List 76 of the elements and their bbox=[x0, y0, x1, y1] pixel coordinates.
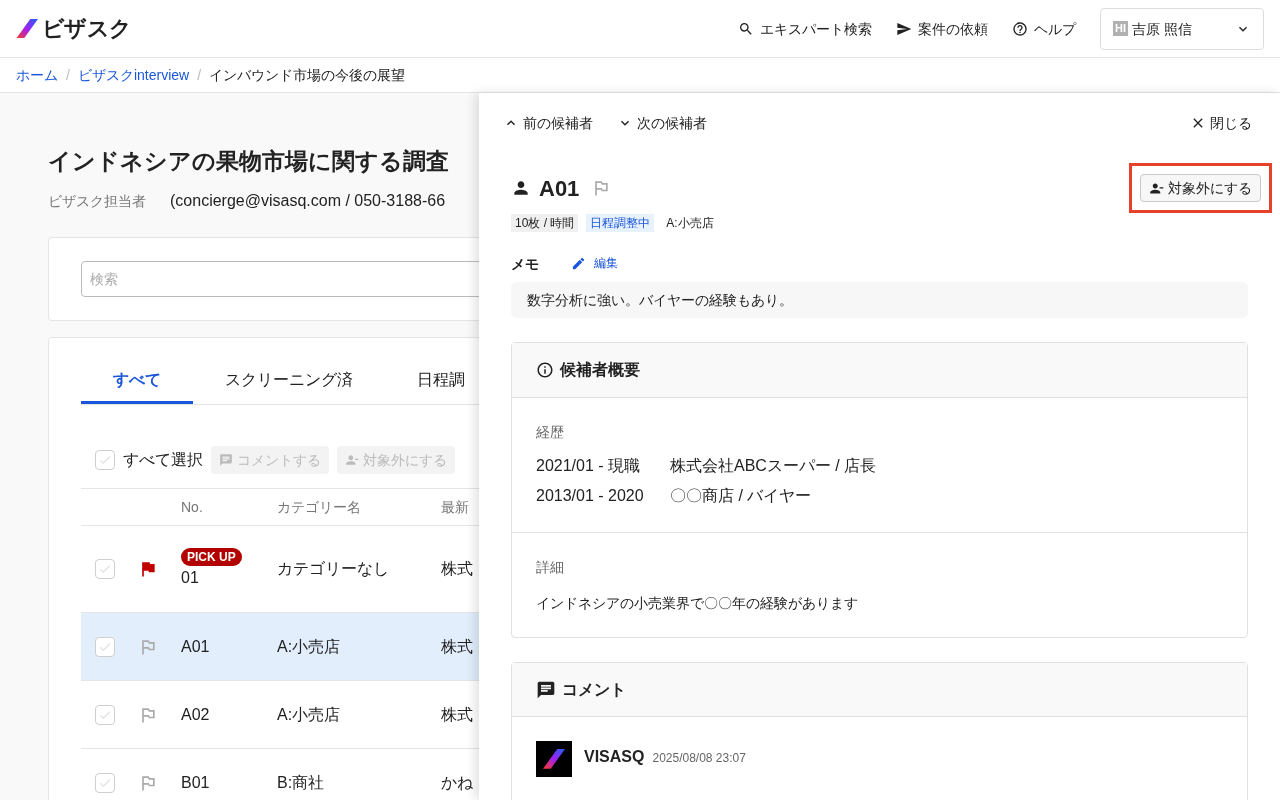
table-cell-text: 01 bbox=[181, 568, 199, 588]
breadcrumb-link[interactable]: インバウンド市場の今後の展望 bbox=[209, 65, 406, 85]
checkbox[interactable] bbox=[95, 772, 115, 793]
pickup-badge: PICK UP bbox=[181, 548, 242, 566]
tab[interactable]: スクリーニング済 bbox=[193, 358, 385, 404]
field-label: 経歴 bbox=[536, 423, 565, 442]
memo-label: メモ bbox=[511, 255, 540, 274]
contact-info: (concierge@visasq.com / 050-3188-66 bbox=[170, 191, 446, 211]
table-cell-text: B01 bbox=[181, 772, 210, 793]
check-icon bbox=[98, 453, 112, 467]
checkbox[interactable] bbox=[95, 559, 115, 579]
checkbox[interactable] bbox=[95, 704, 115, 725]
tag: A:小売店 bbox=[662, 214, 718, 232]
checkbox[interactable] bbox=[95, 450, 115, 470]
detail-text: インドネシアの小売業界で〇〇年の経験があります bbox=[536, 594, 859, 613]
prev-candidate-button[interactable]: 前の候補者 bbox=[503, 113, 593, 133]
help-icon bbox=[1012, 20, 1028, 37]
pencil-icon bbox=[571, 256, 586, 272]
field-label: 詳細 bbox=[536, 558, 565, 577]
table-cell-text: かね bbox=[441, 772, 473, 793]
edit-button[interactable]: 編集 bbox=[571, 255, 618, 273]
breadcrumb-link[interactable]: ビザスクinterview bbox=[77, 65, 190, 85]
career-position: 〇〇商店 / バイヤー bbox=[670, 486, 812, 506]
column-header: カテゴリー名 bbox=[277, 498, 362, 517]
search-field[interactable]: 検索 bbox=[81, 261, 479, 297]
section-title: 候補者概要 bbox=[560, 360, 640, 380]
table-cell-text: 株式 bbox=[441, 636, 473, 657]
checkbox[interactable] bbox=[95, 636, 115, 657]
user-name: 吉原 照信 bbox=[1132, 19, 1192, 39]
candidate-name: A01 bbox=[539, 174, 580, 203]
career-period: 2021/01 - 現職 bbox=[536, 456, 642, 476]
table-cell-text: A02 bbox=[181, 704, 210, 725]
table-cell-text: 株式 bbox=[441, 704, 473, 725]
tab[interactable]: 日程調 bbox=[385, 358, 479, 404]
tag: 日程調整中 bbox=[586, 214, 655, 232]
send-icon bbox=[896, 20, 912, 37]
project-title: インドネシアの果物市場に関する調査 bbox=[48, 147, 450, 176]
table-cell-text: A:小売店 bbox=[277, 704, 342, 725]
career-position: 株式会社ABCスーパー / 店長 bbox=[670, 456, 877, 476]
table-cell-text: B:商社 bbox=[277, 772, 326, 793]
search-icon bbox=[738, 20, 754, 37]
contact-label: ビザスク担当者 bbox=[48, 192, 146, 211]
career-period: 2013/01 - 2020 bbox=[536, 486, 645, 506]
tag: 10枚 / 時間 bbox=[511, 214, 579, 232]
nav-link[interactable]: 案件の依頼 bbox=[896, 18, 988, 39]
logo-icon bbox=[16, 18, 38, 39]
table-cell-text: A01 bbox=[181, 636, 210, 657]
comment-icon bbox=[219, 453, 233, 467]
comment-icon bbox=[536, 679, 556, 700]
table-row[interactable]: A01 A:小売店 株式 bbox=[81, 613, 479, 681]
user-menu[interactable]: HI 吉原 照信 bbox=[1100, 7, 1264, 50]
avatar-initials: HI bbox=[1113, 20, 1128, 37]
section-title: コメント bbox=[562, 679, 626, 700]
breadcrumb-separator: / bbox=[66, 66, 70, 85]
close-button[interactable]: 閉じる bbox=[1190, 113, 1252, 133]
column-header: 最新 bbox=[441, 498, 469, 517]
table-cell-text: 株式 bbox=[441, 559, 473, 579]
logo-icon bbox=[543, 749, 565, 769]
breadcrumb-link[interactable]: ホーム bbox=[16, 65, 58, 85]
comment-time: 2025/08/08 23:07 bbox=[652, 750, 746, 767]
comment-author: VISASQ bbox=[584, 747, 645, 767]
memo-text: 数字分析に強い。バイヤーの経験もあり。 bbox=[511, 282, 1248, 318]
next-candidate-button[interactable]: 次の候補者 bbox=[617, 113, 707, 133]
select-all-label: すべて選択 bbox=[123, 450, 203, 470]
person-remove-icon bbox=[345, 453, 359, 467]
info-icon bbox=[536, 361, 554, 379]
table-cell-text: カテゴリーなし bbox=[277, 559, 390, 579]
check-icon bbox=[98, 562, 112, 576]
nav-link[interactable]: エキスパート検索 bbox=[738, 18, 872, 39]
breadcrumb-separator: / bbox=[197, 66, 202, 85]
exclude-button[interactable]: 対象外にする bbox=[1140, 174, 1261, 202]
table-cell-text: A:小売店 bbox=[277, 636, 342, 657]
nav-link[interactable]: ヘルプ bbox=[1012, 18, 1076, 39]
logo-text: ビザスク bbox=[42, 15, 132, 43]
tab[interactable]: すべて bbox=[81, 358, 193, 404]
column-header: No. bbox=[181, 498, 204, 517]
